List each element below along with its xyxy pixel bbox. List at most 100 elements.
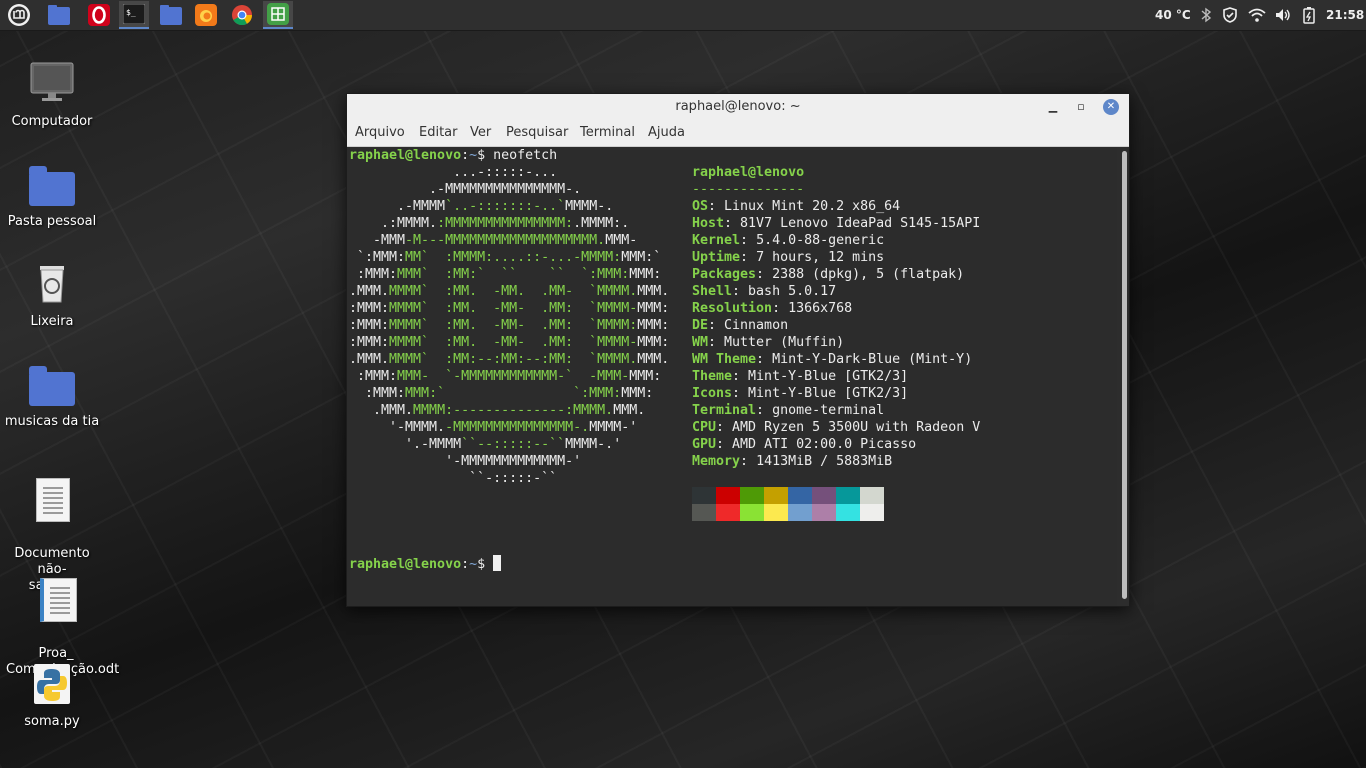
ascii-segment: MMM: bbox=[637, 318, 670, 333]
minimize-button[interactable]: ▁ bbox=[1045, 99, 1061, 115]
shield-icon[interactable] bbox=[1222, 0, 1238, 30]
info-colon: : bbox=[740, 250, 757, 265]
info-colon: : bbox=[740, 454, 757, 469]
info-value: gnome-terminal bbox=[772, 403, 885, 418]
palette-swatch bbox=[740, 487, 764, 504]
palette-swatch bbox=[812, 487, 836, 504]
desktop-icon-python-file[interactable]: soma.py bbox=[2, 660, 102, 730]
ascii-logo-line: ``-:::::-`` bbox=[349, 470, 557, 487]
ascii-logo-line: .MMM.MMMM:--------------:MMMM.MMM. bbox=[349, 402, 645, 419]
clock[interactable]: 21:58 bbox=[1326, 0, 1364, 30]
ascii-segment: :MMM: bbox=[349, 301, 390, 316]
info-key: DE bbox=[692, 318, 709, 333]
close-button[interactable]: ✕ bbox=[1103, 99, 1119, 115]
spreadsheet-icon bbox=[267, 3, 289, 25]
ascii-segment: '-MMMM. bbox=[349, 420, 446, 435]
writer-document-icon bbox=[32, 576, 80, 624]
ascii-segment: MMMM-.' bbox=[565, 437, 622, 452]
desktop-icon-trash[interactable]: Lixeira bbox=[2, 260, 102, 330]
ascii-segment: MMM. bbox=[637, 284, 670, 299]
menu-ver[interactable]: Ver bbox=[470, 125, 491, 140]
info-key: Shell bbox=[692, 284, 733, 299]
ascii-segment: -MMM bbox=[349, 233, 406, 248]
info-value: Mint-Y-Dark-Blue (Mint-Y) bbox=[772, 352, 973, 367]
palette-swatch bbox=[860, 487, 884, 504]
info-key: Memory bbox=[692, 454, 741, 469]
terminal-launcher[interactable]: $_ bbox=[119, 1, 149, 29]
ascii-logo-line: .:MMMM.:MMMMMMMMMMMMMMM:.MMMM:. bbox=[349, 215, 629, 232]
terminal-output[interactable]: raphael@lenovo:~$ neofetch ...-:::::-...… bbox=[347, 147, 1117, 606]
info-colon: : bbox=[740, 233, 757, 248]
palette-swatch bbox=[692, 504, 716, 521]
ascii-segment: ``--:::::--`` bbox=[461, 437, 566, 452]
opera-launcher[interactable] bbox=[84, 1, 114, 29]
info-value: Mutter (Muffin) bbox=[724, 335, 845, 350]
ascii-segment: .:MMMM. bbox=[349, 216, 438, 231]
info-key: Icons bbox=[692, 386, 733, 401]
info-line: Memory: 1413MiB / 5883MiB bbox=[692, 453, 892, 470]
ascii-logo-line: :MMM:MMMM` :MM. -MM- .MM: `MMMM:MMM: bbox=[349, 317, 669, 334]
palette-swatch bbox=[812, 504, 836, 521]
ascii-segment: MMM: bbox=[637, 335, 670, 350]
window-titlebar[interactable]: raphael@lenovo: ~ ▁ ▫ ✕ bbox=[347, 94, 1129, 120]
ascii-logo-line: -MMM-M---MMMMMMMMMMMMMMMMMMM.MMM- bbox=[349, 232, 637, 249]
bluetooth-icon[interactable] bbox=[1200, 0, 1212, 30]
info-value: 5.4.0-88-generic bbox=[756, 233, 885, 248]
top-panel: $_ 40 °C 21:58 bbox=[0, 0, 1366, 31]
temperature-indicator[interactable]: 40 °C bbox=[1155, 0, 1191, 30]
ascii-logo-line: .MMM.MMMM` :MM. -MM. .MM- `MMMM.MMM. bbox=[349, 283, 669, 300]
menu-pesquisar[interactable]: Pesquisar bbox=[506, 125, 568, 140]
menu-editar[interactable]: Editar bbox=[419, 125, 458, 140]
ascii-segment: :MMMMMMMMMMMMMMM: bbox=[437, 216, 574, 231]
mint-menu-button[interactable] bbox=[4, 1, 34, 29]
info-colon: : bbox=[732, 386, 749, 401]
ascii-segment: MMMM:--------------:MMMM. bbox=[413, 403, 614, 418]
firefox-launcher[interactable] bbox=[191, 1, 221, 29]
svg-text:$_: $_ bbox=[126, 8, 136, 17]
ascii-logo-line: .MMM.MMMM` :MM:--:MM:--:MM: `MMMM.MMM. bbox=[349, 351, 669, 368]
ascii-logo-line: :MMM:MMM` :MM:` `` `` `:MMM:MMM: bbox=[349, 266, 661, 283]
chrome-launcher[interactable] bbox=[227, 1, 257, 29]
terminal-window[interactable]: raphael@lenovo: ~ ▁ ▫ ✕ Arquivo Editar V… bbox=[346, 93, 1130, 607]
menu-ajuda[interactable]: Ajuda bbox=[648, 125, 685, 140]
palette-swatch bbox=[860, 504, 884, 521]
menu-arquivo[interactable]: Arquivo bbox=[355, 125, 405, 140]
active-prompt: raphael@lenovo:~$ bbox=[349, 555, 502, 573]
ascii-logo-line: '.-MMMM``--:::::--``MMMM-.' bbox=[349, 436, 621, 453]
desktop-icon-music-folder[interactable]: musicas da tia bbox=[2, 360, 102, 430]
maximize-button[interactable]: ▫ bbox=[1073, 99, 1089, 115]
volume-icon[interactable] bbox=[1275, 0, 1291, 30]
ascii-segment: MMMM-. bbox=[565, 199, 614, 214]
home-folder-icon bbox=[28, 160, 76, 208]
folder-icon bbox=[28, 360, 76, 408]
python-icon bbox=[28, 660, 76, 708]
desktop-icon-home-folder[interactable]: Pasta pessoal bbox=[2, 160, 102, 230]
info-key: WM Theme bbox=[692, 352, 757, 367]
text-cursor bbox=[493, 555, 502, 571]
info-key: Resolution bbox=[692, 301, 773, 316]
folder-launcher[interactable] bbox=[156, 1, 186, 29]
menu-terminal[interactable]: Terminal bbox=[580, 125, 635, 140]
info-separator: -------------- bbox=[692, 182, 805, 197]
folder-icon bbox=[160, 5, 182, 25]
terminal-scrollbar[interactable] bbox=[1122, 151, 1127, 599]
info-key: GPU bbox=[692, 437, 717, 452]
info-value: bash 5.0.17 bbox=[748, 284, 837, 299]
ascii-logo-line: ...-:::::-... bbox=[349, 164, 557, 181]
ascii-segment: MMM. bbox=[637, 352, 670, 367]
folder-icon bbox=[48, 5, 70, 25]
files-launcher[interactable] bbox=[44, 1, 74, 29]
info-key: Terminal bbox=[692, 403, 757, 418]
info-line: Kernel: 5.4.0-88-generic bbox=[692, 232, 884, 249]
ascii-segment: .MMMM:. bbox=[573, 216, 630, 231]
desktop-icon-label: musicas da tia bbox=[4, 414, 100, 429]
info-value: Linux Mint 20.2 x86_64 bbox=[724, 199, 901, 214]
desktop-icon-computer[interactable]: Computador bbox=[2, 60, 102, 130]
trash-icon bbox=[28, 260, 76, 308]
ascii-segment: MMM: bbox=[637, 301, 670, 316]
calculator-launcher[interactable] bbox=[263, 1, 293, 29]
battery-icon[interactable] bbox=[1302, 0, 1316, 30]
wifi-icon[interactable] bbox=[1248, 0, 1266, 30]
ascii-logo-line: '-MMMMMMMMMMMMM-' bbox=[349, 453, 581, 470]
info-line: Host: 81V7 Lenovo IdeaPad S145-15API bbox=[692, 215, 980, 232]
